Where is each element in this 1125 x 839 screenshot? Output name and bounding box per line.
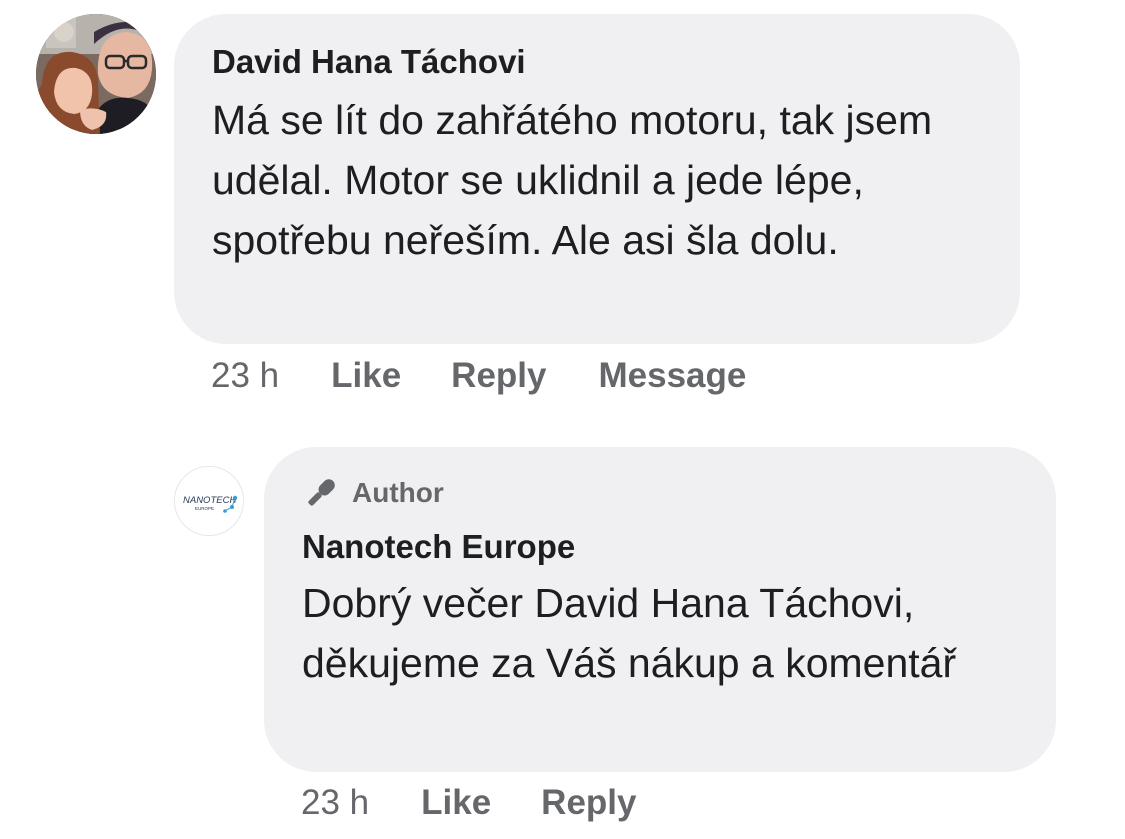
- profile-photo-icon: [36, 14, 156, 134]
- comment-bubble: Author Nanotech Europe Dobrý večer David…: [264, 447, 1056, 772]
- comment-bubble: David Hana Táchovi Má se lít do zahřátéh…: [174, 14, 1020, 344]
- comment-text: Má se lít do zahřátého motoru, tak jsem …: [212, 97, 933, 263]
- like-button[interactable]: Like: [421, 783, 491, 823]
- reply-button[interactable]: Reply: [451, 356, 546, 396]
- author-badge: Author: [302, 473, 1018, 513]
- comment-author[interactable]: Nanotech Europe: [302, 527, 1018, 567]
- comment-actions: 23 h Like Reply: [301, 783, 636, 823]
- avatar[interactable]: [36, 14, 156, 134]
- comment-actions: 23 h Like Reply Message: [211, 356, 746, 396]
- logo-text: NANOTECH: [183, 495, 236, 506]
- comment-timestamp[interactable]: 23 h: [301, 783, 369, 823]
- microphone-icon: [302, 474, 340, 512]
- avatar[interactable]: NANOTECH EUROPE: [174, 466, 244, 536]
- reply-button[interactable]: Reply: [541, 783, 636, 823]
- like-button[interactable]: Like: [331, 356, 401, 396]
- comment-text: Dobrý večer David Hana Táchovi, děkujeme…: [302, 580, 957, 686]
- comment-timestamp[interactable]: 23 h: [211, 356, 279, 396]
- message-button[interactable]: Message: [598, 356, 746, 396]
- logo-subtext: EUROPE: [195, 506, 214, 511]
- comment-author[interactable]: David Hana Táchovi: [212, 42, 982, 82]
- nanotech-europe-logo-icon: NANOTECH EUROPE: [175, 467, 243, 535]
- author-badge-label: Author: [352, 477, 444, 508]
